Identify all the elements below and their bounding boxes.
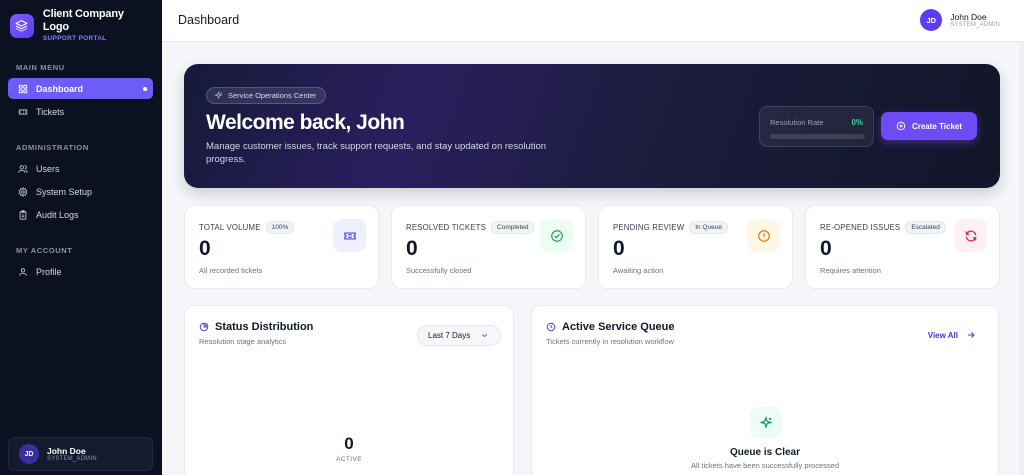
donut-center-value: 0 [344,434,354,453]
sidebar-item-label: Users [36,163,60,174]
stat-label: TOTAL VOLUME [199,223,261,232]
scrollbar[interactable] [1019,42,1024,475]
topbar: Dashboard JD John Doe SYSTEM_ADMIN [162,0,1024,42]
users-icon [18,164,28,174]
sidebar-item-audit-logs[interactable]: Audit Logs [8,204,153,225]
user-role: SYSTEM_ADMIN [950,22,1000,28]
active-service-queue-panel: Active Service Queue Tickets currently i… [531,305,999,475]
welcome-title: Welcome back, John [206,111,405,134]
date-range-value: Last 7 Days [428,331,471,340]
date-range-select[interactable]: Last 7 Days [417,325,501,346]
check-circle-icon [540,219,573,252]
top-user-menu[interactable]: JD John Doe SYSTEM_ADMIN [920,9,1000,31]
panel-title: Active Service Queue [562,321,675,333]
user-role: SYSTEM_ADMIN [47,456,97,462]
donut-center-label: ACTIVE [336,456,362,463]
sidebar: Client Company Logo SUPPORT PORTAL MAIN … [0,0,162,475]
page-title: Dashboard [178,13,240,27]
stat-label: PENDING REVIEW [613,223,685,232]
resolution-progress-bar [770,134,865,139]
create-ticket-button[interactable]: Create Ticket [881,112,977,140]
sidebar-item-label: System Setup [36,186,93,197]
clipboard-icon [18,209,28,220]
stat-card-pending-review[interactable]: PENDING REVIEW In Queue 0 Awaiting actio… [598,205,793,289]
stat-value: 0 [199,237,211,260]
sidebar-item-label: Profile [36,266,62,277]
brand-text: Client Company Logo SUPPORT PORTAL [43,8,152,43]
sidebar-user-card[interactable]: JD John Doe SYSTEM_ADMIN [8,437,153,471]
status-badge: In Queue [689,221,728,234]
avatar: JD [19,444,39,464]
chevron-down-icon [482,334,488,338]
gear-icon [18,186,28,197]
grid-icon [18,84,28,94]
empty-state-subtitle: All tickets have been successfully proce… [691,461,839,470]
ticket-icon [18,107,28,117]
view-all-link[interactable]: View All [928,330,976,340]
hero-badge: Service Operations Center [206,87,327,104]
layers-icon [10,13,34,38]
user-name: John Doe [47,446,86,456]
view-all-label: View All [927,330,958,340]
section-my-account: MY ACCOUNT [16,246,73,255]
status-badge: Completed [491,221,535,234]
sidebar-item-label: Dashboard [36,83,84,94]
sidebar-item-label: Tickets [36,106,65,117]
status-badge: 100% [265,221,295,234]
hero-badge-label: Service Operations Center [228,91,317,100]
user-icon [18,267,28,277]
stat-caption: Requires attention [820,266,881,275]
avatar: JD [920,9,943,31]
brand-subtitle: SUPPORT PORTAL [42,35,107,42]
arrow-right-icon [968,332,975,338]
sidebar-item-label: Audit Logs [36,209,79,220]
create-ticket-label: Create Ticket [911,121,963,131]
stat-caption: Awaiting action [613,266,664,275]
panel-title: Status Distribution [215,321,314,333]
resolution-rate-label: Resolution Rate [770,118,824,127]
stat-value: 0 [406,237,418,260]
stat-card-reopened[interactable]: RE-OPENED ISSUES Escalated 0 Requires at… [805,205,1000,289]
sidebar-item-tickets[interactable]: Tickets [8,101,153,122]
resolution-rate: Resolution Rate 0% [759,106,874,147]
section-main-menu: MAIN MENU [16,63,65,72]
panel-subtitle: Tickets currently in resolution workflow [546,337,675,346]
stat-card-resolved[interactable]: RESOLVED TICKETS Completed 0 Successfull… [391,205,586,289]
welcome-description: Manage customer issues, track support re… [206,141,547,165]
alert-circle-icon [747,219,780,252]
stat-value: 0 [613,237,625,260]
ticket-icon [333,219,366,252]
section-administration: ADMINISTRATION [16,143,89,152]
sidebar-item-system-setup[interactable]: System Setup [8,181,153,202]
refresh-icon [954,219,987,252]
user-name: John Doe [950,12,987,22]
resolution-rate-value: 0% [851,118,863,127]
stat-card-total-volume[interactable]: TOTAL VOLUME 100% 0 All recorded tickets [184,205,379,289]
sidebar-item-profile[interactable]: Profile [8,261,153,282]
active-indicator [143,86,147,91]
stat-label: RE-OPENED ISSUES [820,223,901,232]
sparkle-icon [214,91,223,100]
sidebar-item-users[interactable]: Users [8,158,153,179]
stat-label: RESOLVED TICKETS [406,223,487,232]
pie-chart-icon [199,322,209,332]
stat-value: 0 [820,237,832,260]
plus-circle-icon [896,121,906,131]
clock-icon [546,322,556,332]
status-distribution-panel: Status Distribution Resolution stage ana… [184,305,514,475]
sparkle-icon [750,407,781,438]
sidebar-item-dashboard[interactable]: Dashboard [8,78,153,99]
brand-name: Client Company Logo [42,8,124,33]
welcome-banner: Service Operations Center Welcome back, … [184,64,1000,188]
empty-state-title: Queue is Clear [729,447,801,458]
panel-subtitle: Resolution stage analytics [199,337,287,346]
stat-caption: Successfully closed [406,266,472,275]
status-badge: Escalated [905,221,946,234]
stat-caption: All recorded tickets [199,266,263,275]
brand[interactable]: Client Company Logo SUPPORT PORTAL [0,0,162,42]
